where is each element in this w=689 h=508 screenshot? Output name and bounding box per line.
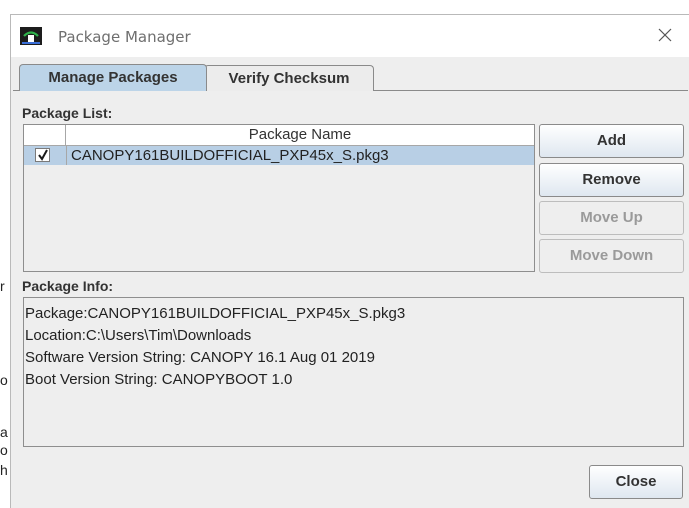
window-title: Package Manager xyxy=(58,28,191,46)
title-bar[interactable]: Package Manager xyxy=(11,15,689,57)
info-software-version-line: Software Version String: CANOPY 16.1 Aug… xyxy=(25,349,375,366)
background-text-fragment: a xyxy=(0,424,8,440)
package-name-cell: CANOPY161BUILDOFFICIAL_PXP45x_S.pkg3 xyxy=(71,147,389,164)
package-manager-dialog: Package Manager Verify Checksum Manage P… xyxy=(10,14,689,508)
info-package-line: Package:CANOPY161BUILDOFFICIAL_PXP45x_S.… xyxy=(25,305,406,322)
info-location-line: Location:C:\Users\Tim\Downloads xyxy=(25,327,252,344)
background-text-fragment: o xyxy=(0,442,8,458)
package-list-label: Package List: xyxy=(22,105,113,121)
remove-button[interactable]: Remove xyxy=(539,163,684,197)
close-icon[interactable] xyxy=(656,26,674,44)
package-info-textarea[interactable]: Package:CANOPY161BUILDOFFICIAL_PXP45x_S.… xyxy=(23,297,684,447)
package-info-label: Package Info: xyxy=(22,278,114,294)
package-checkbox[interactable] xyxy=(35,148,50,162)
cell-divider xyxy=(66,146,67,165)
move-up-button[interactable]: Move Up xyxy=(539,201,684,235)
tab-manage-packages[interactable]: Manage Packages xyxy=(19,64,207,91)
tab-verify-checksum[interactable]: Verify Checksum xyxy=(204,65,374,91)
table-header: Package Name xyxy=(24,125,534,146)
info-boot-version-line: Boot Version String: CANOPYBOOT 1.0 xyxy=(25,371,293,388)
package-table[interactable]: Package Name CANOPY161BUILDOFFICIAL_PXP4… xyxy=(23,124,535,272)
table-row[interactable]: CANOPY161BUILDOFFICIAL_PXP45x_S.pkg3 xyxy=(24,146,534,165)
close-button[interactable]: Close xyxy=(589,465,683,499)
move-down-button[interactable]: Move Down xyxy=(539,239,684,273)
add-button[interactable]: Add xyxy=(539,124,684,158)
background-text-fragment: r xyxy=(0,278,5,294)
column-header-check[interactable] xyxy=(24,125,66,145)
column-header-package-name[interactable]: Package Name xyxy=(66,125,534,145)
background-text-fragment: h xyxy=(0,462,8,478)
checkmark-icon xyxy=(38,149,48,161)
app-icon xyxy=(20,27,42,45)
background-text-fragment: o xyxy=(0,372,8,388)
